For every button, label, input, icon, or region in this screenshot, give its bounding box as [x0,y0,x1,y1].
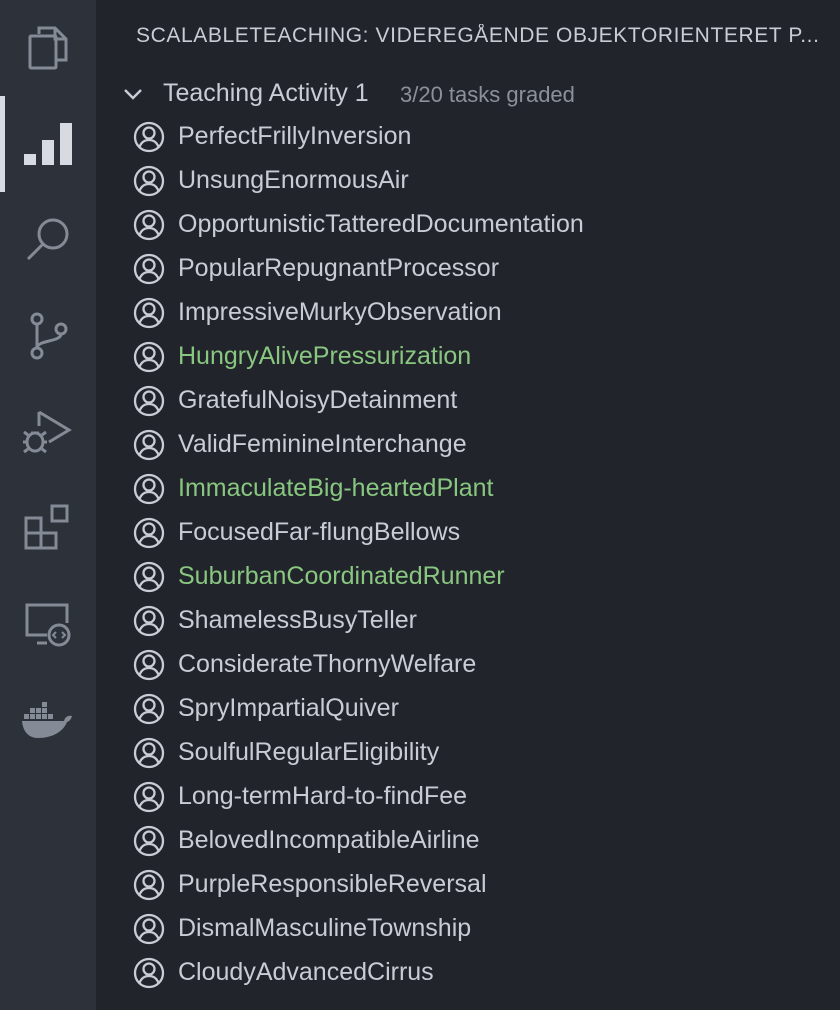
task-item[interactable]: ImpressiveMurkyObservation [96,291,840,335]
task-item[interactable]: PopularRepugnantProcessor [96,247,840,291]
task-label: SpryImpartialQuiver [178,694,399,722]
teaching-activity-header[interactable]: Teaching Activity 1 3/20 tasks graded [96,72,840,116]
task-item[interactable]: CloudyAdvancedCirrus [96,951,840,995]
account-icon [133,693,165,725]
task-item[interactable]: ImmaculateBig-heartedPlant [96,467,840,511]
account-icon [133,297,165,329]
task-label: FocusedFar-flungBellows [178,518,461,546]
account-icon [133,165,165,197]
task-label: ShamelessBusyTeller [178,606,417,634]
task-label: BelovedIncompatibleAirline [178,826,480,854]
account-icon [133,517,165,549]
docker-icon [22,700,74,740]
account-icon [133,121,165,153]
account-icon [133,429,165,461]
bar-chart-icon [23,122,73,166]
task-label: SoulfulRegularEligibility [178,738,440,766]
extensions-icon [23,503,73,553]
task-label: ImpressiveMurkyObservation [178,298,502,326]
task-item[interactable]: Long-termHard-to-findFee [96,775,840,819]
activity-run-debug[interactable] [0,384,96,480]
activity-remote-explorer[interactable] [0,576,96,672]
teaching-activity-label: Teaching Activity 1 [163,79,369,107]
task-item[interactable]: BelovedIncompatibleAirline [96,819,840,863]
account-icon [133,561,165,593]
task-label: UnsungEnormousAir [178,166,409,194]
task-label: ImmaculateBig-heartedPlant [178,474,494,502]
task-label: Long-termHard-to-findFee [178,782,468,810]
task-label: PerfectFrillyInversion [178,122,412,150]
account-icon [133,649,165,681]
task-label: PurpleResponsibleReversal [178,870,487,898]
task-item[interactable]: UnsungEnormousAir [96,159,840,203]
account-icon [133,869,165,901]
activity-extensions[interactable] [0,480,96,576]
task-item[interactable]: PerfectFrillyInversion [96,115,840,159]
files-icon [25,23,71,73]
task-item[interactable]: PurpleResponsibleReversal [96,863,840,907]
task-item[interactable]: SoulfulRegularEligibility [96,731,840,775]
workbench: SCALABLETEACHING: VIDEREGÅENDE OBJEKTORI… [0,0,840,1010]
task-list: PerfectFrillyInversion UnsungEnormousAir… [96,115,840,995]
task-label: SuburbanCoordinatedRunner [178,562,505,590]
account-icon [133,605,165,637]
task-label: OpportunisticTatteredDocumentation [178,210,584,238]
activity-bar [0,0,96,1010]
account-icon [133,825,165,857]
account-icon [133,253,165,285]
task-label: DismalMasculineTownship [178,914,472,942]
run-debug-icon [21,406,75,458]
account-icon [133,737,165,769]
sidebar-title: SCALABLETEACHING: VIDEREGÅENDE OBJEKTORI… [136,24,820,47]
account-icon [133,957,165,989]
chevron-down-icon[interactable] [122,84,144,109]
activity-scalableteaching[interactable] [0,96,96,192]
task-item[interactable]: SpryImpartialQuiver [96,687,840,731]
task-item[interactable]: SuburbanCoordinatedRunner [96,555,840,599]
task-label: ConsiderateThornyWelfare [178,650,477,678]
task-label: CloudyAdvancedCirrus [178,958,434,986]
task-item[interactable]: ValidFeminineInterchange [96,423,840,467]
activity-explorer[interactable] [0,0,96,96]
account-icon [133,385,165,417]
graded-count: 3/20 tasks graded [400,82,575,107]
remote-explorer-icon [23,599,73,649]
account-icon [133,781,165,813]
account-icon [133,341,165,373]
task-label: GratefulNoisyDetainment [178,386,458,414]
task-item[interactable]: DismalMasculineTownship [96,907,840,951]
activity-source-control[interactable] [0,288,96,384]
task-item[interactable]: ShamelessBusyTeller [96,599,840,643]
task-label: PopularRepugnantProcessor [178,254,500,282]
search-icon [23,215,73,265]
source-control-icon [25,310,71,362]
task-item[interactable]: HungryAlivePressurization [96,335,840,379]
account-icon [133,209,165,241]
activity-docker[interactable] [0,672,96,768]
task-item[interactable]: ConsiderateThornyWelfare [96,643,840,687]
task-label: ValidFeminineInterchange [178,430,467,458]
task-item[interactable]: GratefulNoisyDetainment [96,379,840,423]
task-item[interactable]: FocusedFar-flungBellows [96,511,840,555]
account-icon [133,473,165,505]
task-label: HungryAlivePressurization [178,342,472,370]
scalableteaching-sidebar: SCALABLETEACHING: VIDEREGÅENDE OBJEKTORI… [96,0,840,1010]
account-icon [133,913,165,945]
task-item[interactable]: OpportunisticTatteredDocumentation [96,203,840,247]
activity-search[interactable] [0,192,96,288]
